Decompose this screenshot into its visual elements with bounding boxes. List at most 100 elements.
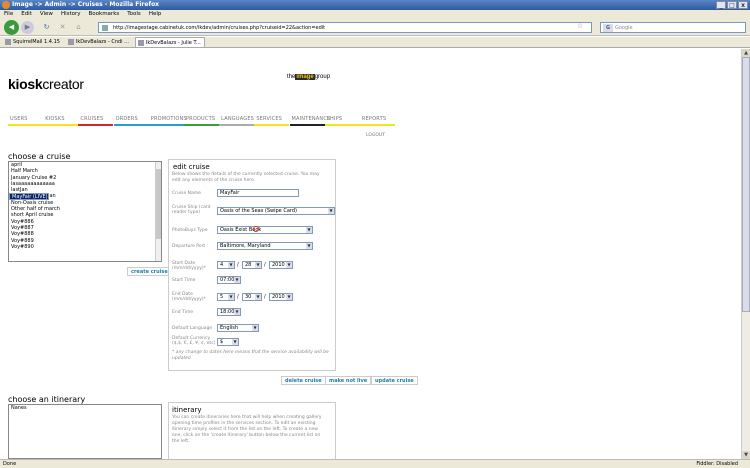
status-text: Done [3,461,17,467]
scroll-up-icon[interactable]: ▲ [742,49,750,57]
close-button[interactable]: x [738,1,748,9]
nav-color-bar [324,124,360,126]
listbox-scrollbar[interactable] [155,162,161,261]
bookmark-star-icon[interactable]: ☆ [577,22,583,30]
nav-item-orders[interactable]: ORDERS [113,116,149,128]
start-time-label: Start Time [172,278,196,283]
delete-cruise-button[interactable]: delete cruise [281,376,326,385]
image-group-logo: theimagegroup [287,74,331,80]
maximize-button[interactable]: □ [727,1,737,9]
minimize-button[interactable]: _ [716,1,726,9]
date-separator: / [237,262,239,268]
date-separator: / [264,262,266,268]
menu-view[interactable]: View [40,10,53,19]
window-title: Image -> Admin -> Cruises - Mozilla Fire… [12,1,160,8]
site-icon [102,25,108,31]
back-icon[interactable]: ◀ [4,20,19,35]
default-language-select[interactable]: English ▼ [217,324,259,332]
menu-bookmarks[interactable]: Bookmarks [89,10,120,19]
start-time-select[interactable]: 07:00 ▼ [217,276,241,284]
list-item[interactable]: Nanes [11,405,161,411]
search-engine-icon[interactable]: G [603,24,613,32]
nav-color-bar [78,124,114,126]
tab-ikdev-cndi[interactable]: IkDevBalazs - Cndi ... [66,37,132,47]
end-time-select[interactable]: 18:00 ▼ [217,308,241,316]
nav-item-maintenance[interactable]: MAINTENANCE [289,116,330,128]
edit-cruise-description: Below shows the details of the currently… [172,172,320,183]
cruise-ship-label: Cruise Ship (card reader type) [172,205,211,215]
menu-help[interactable]: Help [149,10,162,19]
browser-window: Image -> Admin -> Cruises - Mozilla Fire… [0,0,750,468]
chevron-down-icon: ▼ [255,294,261,300]
itinerary-listbox[interactable]: Nanes [8,404,162,459]
menu-bar: File Edit View History Bookmarks Tools H… [0,10,750,19]
make-not-live-button[interactable]: make not live [325,376,372,385]
cruise-listbox[interactable]: april Half March January Cruise #2 lasaaaaa… [8,161,162,262]
nav-item-ships[interactable]: SHIPS [324,116,360,128]
start-year-select[interactable]: 2010 ▼ [269,261,293,269]
departure-port-select[interactable]: Baltimore, Maryland ▼ [217,242,313,250]
menu-tools[interactable]: Tools [127,10,141,19]
nav-color-bar [183,124,219,126]
logout-link[interactable]: LOGOUT [366,133,385,138]
nav-label: SERVICES [256,116,283,122]
reload-icon[interactable]: ↻ [40,21,53,34]
update-cruise-button[interactable]: update cruise [371,376,418,385]
tab-squirrelmail[interactable]: SquirrelMail 1.4.15 [3,37,63,47]
cruise-ship-select[interactable]: Oasis of the Seas (Swipe Card) ▼ [217,207,335,215]
chevron-down-icon: ▼ [234,277,240,283]
nav-label: PROMOTIONS [150,116,187,122]
menu-edit[interactable]: Edit [21,10,32,19]
forward-icon[interactable]: ▶ [21,21,34,34]
search-box[interactable]: G Google [600,22,746,33]
list-item[interactable]: MayFair (LIVE) [9,193,49,200]
default-currency-label: Default Currency ($,$, €, £, ¥, ¢, etc) [172,336,216,346]
home-icon[interactable]: ⌂ [72,21,85,34]
nav-color-bar [359,124,395,126]
choose-itinerary-heading: choose an itinerary [8,395,86,404]
stop-icon[interactable]: ✕ [56,21,69,34]
cruise-name-label: Cruise Name [172,191,201,196]
chevron-down-icon: ▼ [255,262,261,268]
nav-color-bar [289,124,325,126]
scroll-down-icon[interactable]: ▼ [742,451,750,459]
page-scrollbar[interactable]: ▲ ▼ [741,49,750,459]
nav-item-cruises[interactable]: CRUISES [78,116,114,128]
nav-item-languages[interactable]: LANGUAGES [219,116,255,128]
photobuys-select[interactable]: Oasis Exist Book ▼ [217,226,313,234]
nav-item-users[interactable]: USERS [8,116,43,128]
end-month-select[interactable]: 5 ▼ [217,293,235,301]
itinerary-panel: itinerary You can create itineraries her… [168,402,336,459]
search-placeholder: Google [615,25,633,31]
end-day-select[interactable]: 30 ▼ [242,293,262,301]
chevron-down-icon: ▼ [228,294,234,300]
nav-item-kiosks[interactable]: KIOSKS [43,116,79,128]
chevron-down-icon: ▼ [286,294,292,300]
nav-item-reports[interactable]: REPORTS [359,116,395,128]
start-month-select[interactable]: 4 ▼ [217,261,235,269]
scroll-thumb[interactable] [742,57,750,312]
list-item[interactable]: Voy#890 [9,244,161,250]
create-cruise-button[interactable]: create cruise [127,267,172,276]
start-day-select[interactable]: 28 ▼ [242,261,262,269]
address-bar[interactable]: http://imagestage.cabinetuk.com/ikdev/ad… [98,22,592,33]
chevron-down-icon: ▼ [306,227,312,233]
end-year-select[interactable]: 2010 ▼ [269,293,293,301]
cruise-name-input[interactable]: MayFair [217,189,299,197]
nav-item-promotions[interactable]: PROMOTIONS [148,116,187,128]
tab-ikdev-julie[interactable]: IkDevBalazs - Julie T... [134,37,205,47]
title-bar: Image -> Admin -> Cruises - Mozilla Fire… [0,0,750,10]
status-bar: Done Fiddler: Disabled [0,459,750,468]
chevron-down-icon: ▼ [306,243,312,249]
nav-item-products[interactable]: PRODUCTS [183,116,219,128]
nav-item-services[interactable]: SERVICES [254,116,290,128]
itinerary-description: You can create itineraries here that wil… [172,415,322,444]
menu-history[interactable]: History [61,10,81,19]
default-currency-select[interactable]: $ ▼ [217,338,239,346]
nav-label: CRUISES [80,116,104,122]
menu-file[interactable]: File [4,10,13,19]
nav-color-bar [8,124,43,126]
address-text: http://imagestage.cabinetuk.com/ikdev/ad… [113,25,326,31]
page-content: kioskcreator theimagegroup USERS KIOSKS CR… [0,49,741,459]
date-change-note: * any change to dates here means that th… [172,350,329,361]
